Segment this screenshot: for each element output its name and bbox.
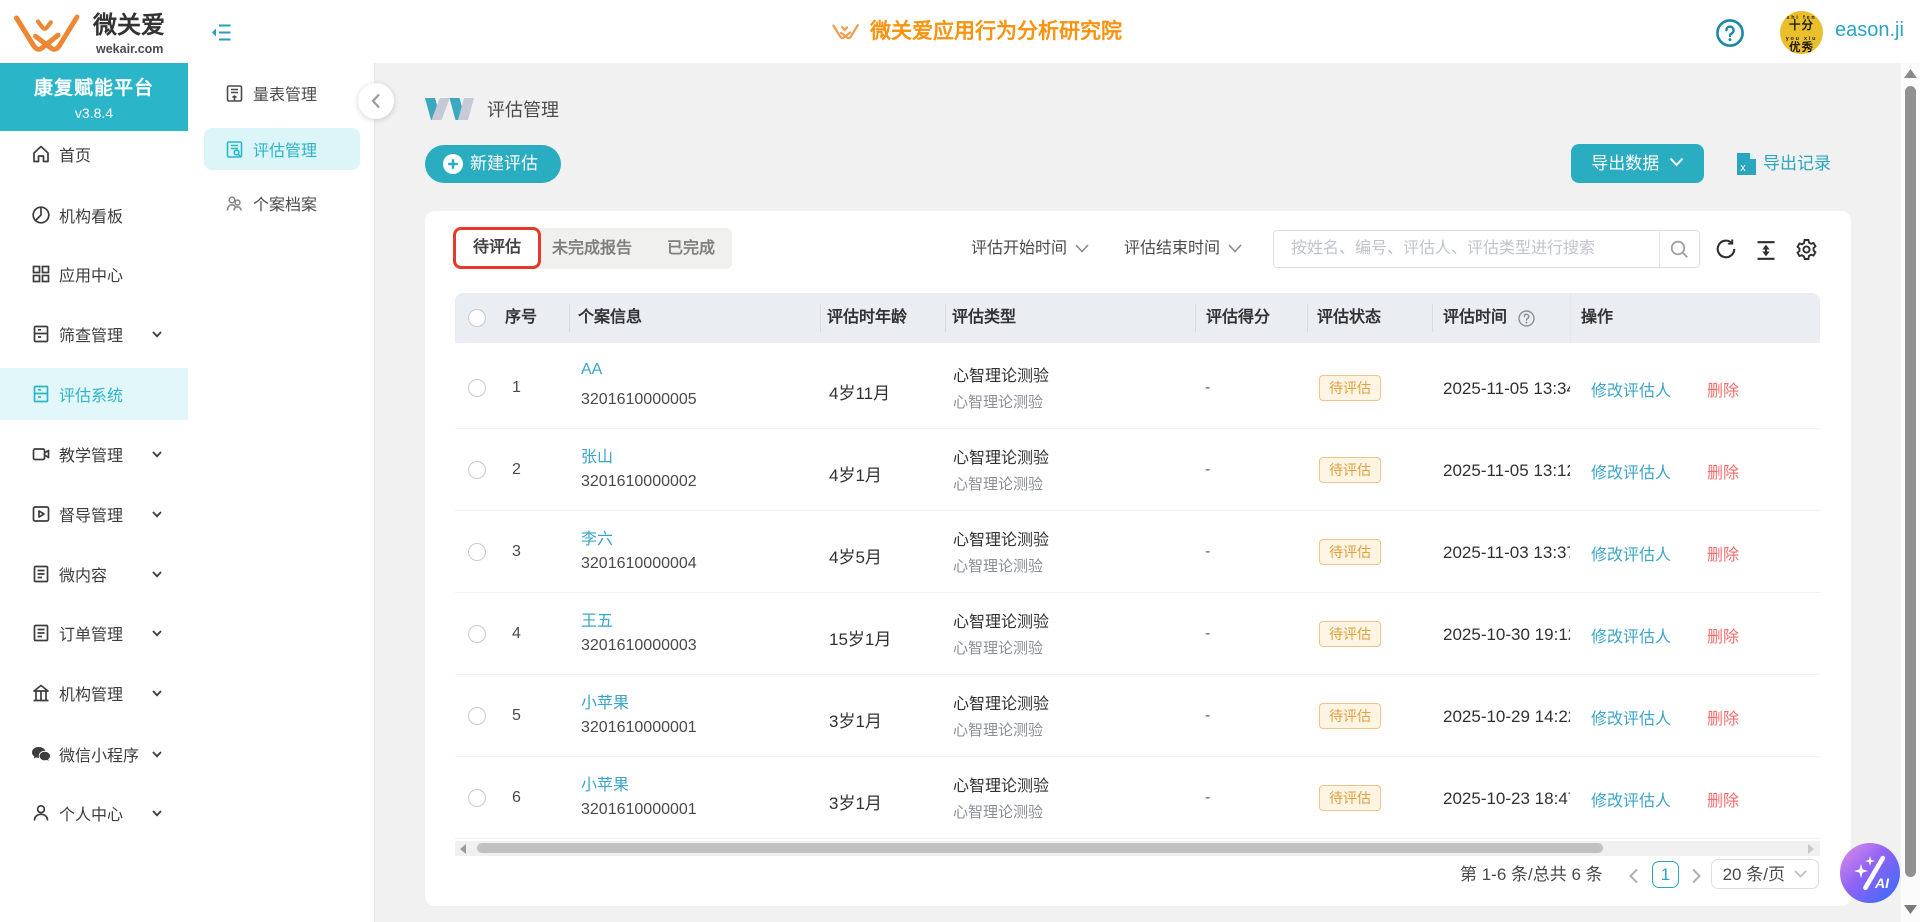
svg-text:x: x [1740, 162, 1746, 174]
svg-text:AI: AI [1874, 875, 1890, 891]
